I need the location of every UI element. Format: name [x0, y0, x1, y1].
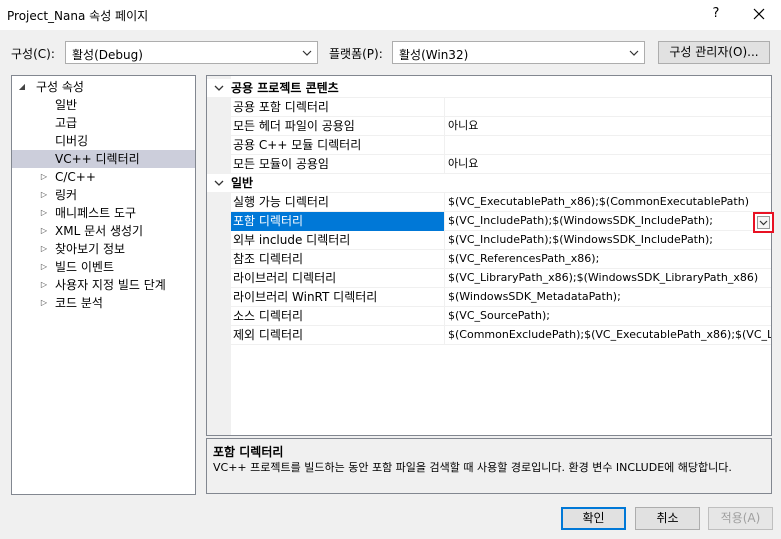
close-icon	[753, 8, 765, 20]
close-button[interactable]	[744, 2, 774, 26]
expand-arrow-icon[interactable]: ▷	[39, 186, 49, 204]
property-row[interactable]: 소스 디렉터리 $(VC_SourcePath);	[207, 307, 771, 326]
property-name: 공용 포함 디렉터리	[233, 100, 329, 114]
expand-arrow-icon[interactable]: ▷	[39, 168, 49, 186]
tree-item-general[interactable]: 일반	[55, 96, 77, 114]
tree-item-advanced[interactable]: 고급	[55, 114, 77, 132]
dropdown-button-face	[757, 216, 770, 229]
collapse-arrow-icon[interactable]: ◢	[17, 78, 27, 96]
title-bar: Project_Nana 속성 페이지 ?	[0, 0, 781, 30]
property-row[interactable]: 참조 디렉터리 $(VC_ReferencesPath_x86);	[207, 250, 771, 269]
chevron-down-icon	[214, 85, 224, 91]
property-value[interactable]: $(VC_IncludePath);$(WindowsSDK_IncludePa…	[444, 212, 771, 231]
property-name: 참조 디렉터리	[233, 252, 304, 266]
property-row[interactable]: 공용 C++ 모듈 디렉터리	[207, 136, 771, 155]
expand-arrow-icon[interactable]: ▷	[39, 204, 49, 222]
tree-item-xml-doc[interactable]: XML 문서 생성기	[55, 222, 143, 240]
description-title: 포함 디렉터리	[213, 445, 284, 459]
cancel-button[interactable]: 취소	[635, 507, 700, 530]
help-button[interactable]: ?	[706, 4, 726, 24]
tree-item-code-analysis[interactable]: 코드 분석	[55, 294, 103, 312]
property-name: 라이브러리 디렉터리	[233, 271, 337, 285]
config-value: 활성(Debug)	[72, 48, 143, 62]
property-value[interactable]: $(VC_ReferencesPath_x86);	[444, 250, 771, 269]
platform-value: 활성(Win32)	[399, 48, 469, 62]
property-row[interactable]: 모든 헤더 파일이 공용임 아니요	[207, 117, 771, 136]
category-row[interactable]: 일반	[207, 174, 771, 193]
tree-item-debugging[interactable]: 디버깅	[55, 132, 88, 150]
property-value[interactable]: $(VC_IncludePath);$(WindowsSDK_IncludePa…	[444, 231, 771, 250]
tree-item-browse-info[interactable]: 찾아보기 정보	[55, 240, 125, 258]
tree-item-custom-build[interactable]: 사용자 지정 빌드 단계	[55, 276, 166, 294]
property-name: 공용 C++ 모듈 디렉터리	[233, 138, 362, 152]
tree-item-cpp[interactable]: C/C++	[55, 168, 96, 186]
apply-button[interactable]: 적용(A)	[708, 507, 773, 530]
config-label: 구성(C):	[11, 47, 55, 61]
property-tree[interactable]: ◢ 구성 속성 일반 고급 디버깅 VC++ 디렉터리 ▷ C/C++ ▷ 링커…	[11, 75, 196, 495]
window-title: Project_Nana 속성 페이지	[7, 9, 149, 23]
description-panel: 포함 디렉터리 VC++ 프로젝트를 빌드하는 동안 포함 파일을 검색할 때 …	[206, 438, 772, 494]
property-value[interactable]	[444, 98, 771, 117]
property-value[interactable]: 아니요	[444, 117, 771, 136]
ok-button[interactable]: 확인	[561, 507, 626, 530]
property-value[interactable]: $(VC_LibraryPath_x86);$(WindowsSDK_Libra…	[444, 269, 771, 288]
platform-label: 플랫폼(P):	[329, 47, 383, 61]
chevron-down-icon	[629, 50, 639, 56]
expand-arrow-icon[interactable]: ▷	[39, 258, 49, 276]
value-dropdown-button[interactable]	[753, 212, 774, 233]
property-name: 외부 include 디렉터리	[233, 233, 351, 247]
property-value[interactable]: $(CommonExcludePath);$(VC_ExecutablePath…	[444, 326, 771, 345]
property-name: 제외 디렉터리	[233, 328, 304, 342]
property-name: 모든 모듈이 공용임	[233, 157, 329, 171]
property-name: 실행 가능 디렉터리	[233, 195, 329, 209]
chevron-down-icon	[214, 180, 224, 186]
category-label: 공용 프로젝트 콘텐츠	[231, 81, 339, 95]
tree-item-build-events[interactable]: 빌드 이벤트	[55, 258, 114, 276]
expand-arrow-icon[interactable]: ▷	[39, 222, 49, 240]
tree-item-linker[interactable]: 링커	[55, 186, 77, 204]
property-value[interactable]: $(VC_ExecutablePath_x86);$(CommonExecuta…	[444, 193, 771, 212]
tree-item-vc-directories[interactable]: VC++ 디렉터리	[12, 150, 195, 168]
property-name: 모든 헤더 파일이 공용임	[233, 119, 355, 133]
property-name: 라이브러리 WinRT 디렉터리	[233, 290, 378, 304]
property-row[interactable]: 제외 디렉터리 $(CommonExcludePath);$(VC_Execut…	[207, 326, 771, 345]
property-name: 소스 디렉터리	[233, 309, 304, 323]
property-row[interactable]: 외부 include 디렉터리 $(VC_IncludePath);$(Wind…	[207, 231, 771, 250]
tree-item-manifest-tool[interactable]: 매니페스트 도구	[55, 204, 136, 222]
chevron-down-icon	[302, 50, 312, 56]
property-value[interactable]: 아니요	[444, 155, 771, 174]
category-row[interactable]: 공용 프로젝트 콘텐츠	[207, 79, 771, 98]
expand-arrow-icon[interactable]: ▷	[39, 276, 49, 294]
description-text: VC++ 프로젝트를 빌드하는 동안 포함 파일을 검색할 때 사용할 경로입니…	[213, 461, 732, 474]
property-row[interactable]: 라이브러리 디렉터리 $(VC_LibraryPath_x86);$(Windo…	[207, 269, 771, 288]
expand-arrow-icon[interactable]: ▷	[39, 294, 49, 312]
tree-root-item[interactable]: 구성 속성	[36, 78, 84, 96]
expand-arrow-icon[interactable]: ▷	[39, 240, 49, 258]
property-value[interactable]: $(WindowsSDK_MetadataPath);	[444, 288, 771, 307]
property-value[interactable]: $(VC_SourcePath);	[444, 307, 771, 326]
configuration-row: 구성(C): 활성(Debug) 플랫폼(P): 활성(Win32) 구성 관리…	[0, 41, 781, 65]
chevron-down-icon	[759, 220, 768, 226]
category-label: 일반	[231, 176, 254, 190]
platform-combo[interactable]: 활성(Win32)	[392, 41, 645, 64]
property-row[interactable]: 라이브러리 WinRT 디렉터리 $(WindowsSDK_MetadataPa…	[207, 288, 771, 307]
config-combo[interactable]: 활성(Debug)	[65, 41, 318, 64]
property-row[interactable]: 공용 포함 디렉터리	[207, 98, 771, 117]
property-grid[interactable]: 공용 프로젝트 콘텐츠 공용 포함 디렉터리 모든 헤더 파일이 공용임 아니요…	[206, 75, 772, 436]
configuration-manager-button[interactable]: 구성 관리자(O)...	[658, 41, 770, 64]
property-row-selected[interactable]: 포함 디렉터리 $(VC_IncludePath);$(WindowsSDK_I…	[207, 212, 771, 231]
property-row[interactable]: 실행 가능 디렉터리 $(VC_ExecutablePath_x86);$(Co…	[207, 193, 771, 212]
property-name: 포함 디렉터리	[231, 212, 444, 231]
property-row[interactable]: 모든 모듈이 공용임 아니요	[207, 155, 771, 174]
property-value[interactable]	[444, 136, 771, 155]
